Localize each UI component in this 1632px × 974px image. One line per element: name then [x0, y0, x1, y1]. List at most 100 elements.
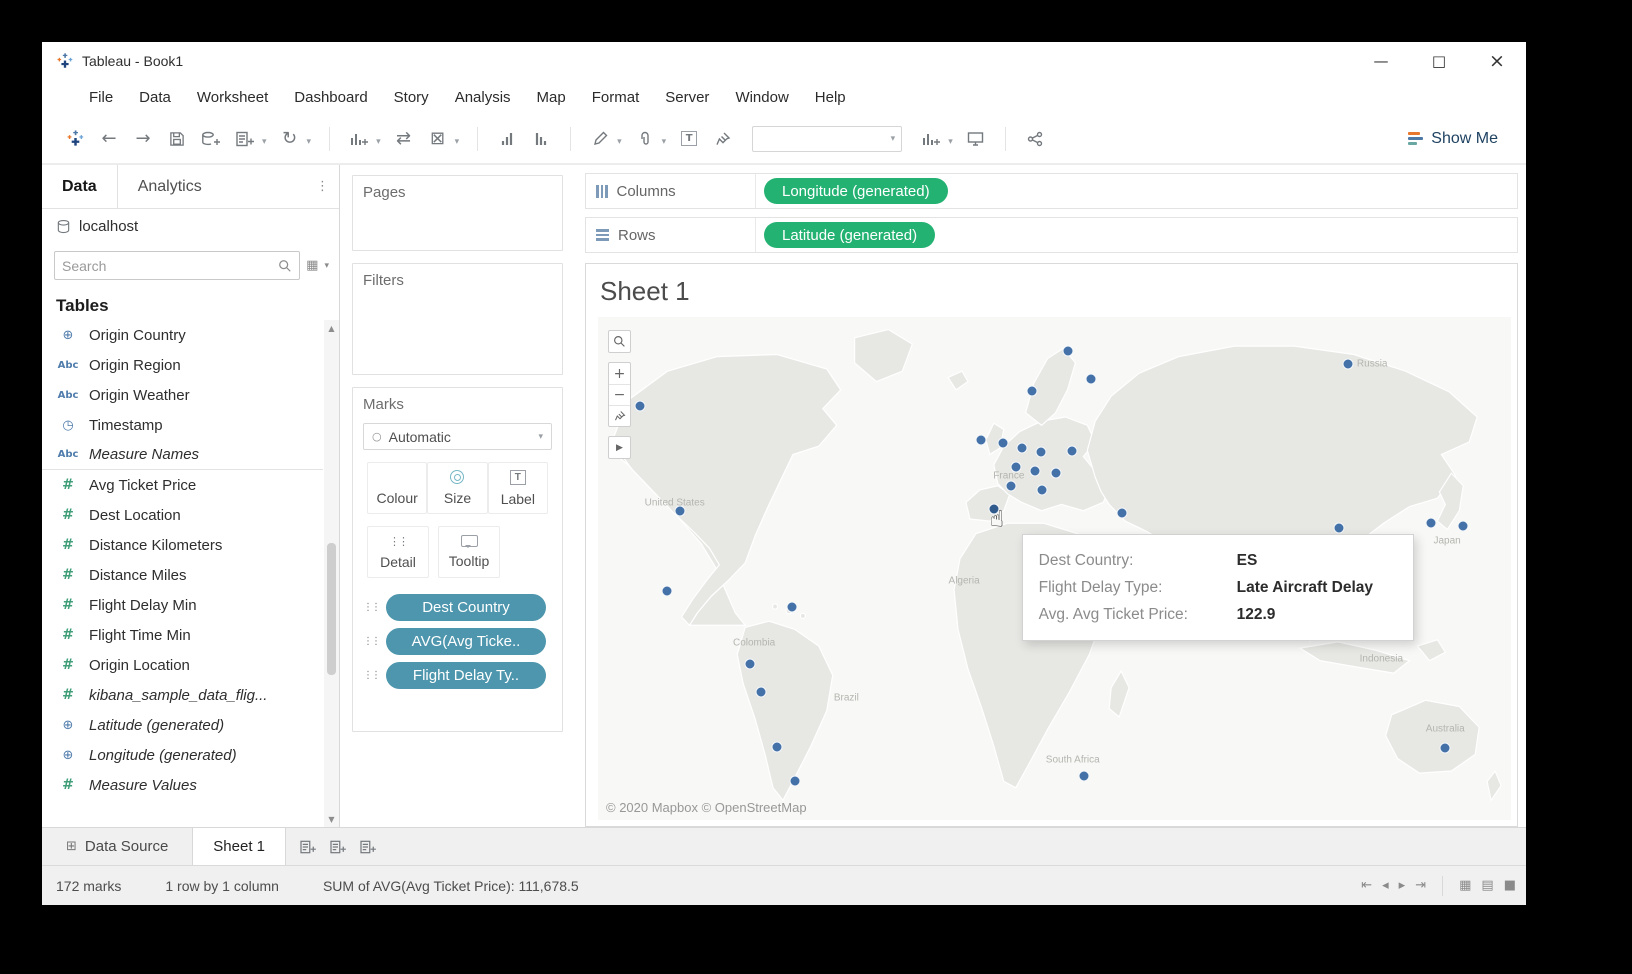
field-avg-ticket-price[interactable]: #Avg Ticket Price — [42, 470, 323, 500]
map-mark[interactable] — [771, 742, 782, 753]
map-mark[interactable] — [1035, 447, 1046, 458]
field-timestamp[interactable]: ◷Timestamp — [42, 410, 323, 440]
swap-rows-columns-icon[interactable]: ⇄ — [389, 124, 419, 154]
presentation-mode-icon[interactable] — [961, 124, 991, 154]
tooltip-button[interactable]: Tooltip — [438, 526, 500, 578]
scroll-down-icon[interactable]: ▼ — [324, 811, 339, 827]
menu-analysis[interactable]: Analysis — [442, 89, 524, 106]
columns-pill[interactable]: Longitude (generated) — [764, 178, 948, 204]
menu-worksheet[interactable]: Worksheet — [184, 89, 281, 106]
map-mark[interactable] — [1036, 485, 1047, 496]
new-datasource-icon[interactable] — [196, 124, 226, 154]
marks-pill-dest-country[interactable]: Dest Country — [386, 594, 546, 621]
view-options-icon[interactable]: ▦ — [306, 258, 318, 273]
previous-sheet-icon[interactable]: ◂ — [1382, 878, 1389, 893]
marks-pill-avg-avg-ticke-[interactable]: AVG(Avg Ticke.. — [386, 628, 546, 655]
chevron-down-icon[interactable]: ▾ — [948, 137, 953, 147]
group-members-icon[interactable] — [630, 124, 660, 154]
map-mark[interactable] — [998, 438, 1009, 449]
chevron-down-icon[interactable]: ▾ — [662, 137, 667, 147]
field-flight-delay-min[interactable]: #Flight Delay Min — [42, 590, 323, 620]
menu-file[interactable]: File — [76, 89, 126, 106]
map-mark[interactable] — [1457, 521, 1468, 532]
chevron-down-icon[interactable]: ▾ — [307, 137, 312, 147]
rows-pill[interactable]: Latitude (generated) — [764, 222, 935, 248]
new-story-icon[interactable] — [356, 835, 380, 859]
chevron-down-icon[interactable]: ▾ — [376, 137, 381, 147]
chevron-down-icon[interactable]: ▾ — [617, 137, 622, 147]
tab-sheet1[interactable]: Sheet 1 — [192, 828, 286, 865]
show-hide-cards-icon[interactable] — [916, 124, 946, 154]
map-pin-button[interactable] — [609, 405, 630, 426]
field-dest-location[interactable]: #Dest Location — [42, 500, 323, 530]
search-box[interactable] — [54, 251, 300, 280]
last-sheet-icon[interactable]: ⇥ — [1415, 878, 1426, 893]
new-worksheet-icon[interactable] — [230, 124, 260, 154]
new-dashboard-icon[interactable] — [326, 835, 350, 859]
map-mark[interactable] — [1440, 743, 1451, 754]
map-mark[interactable] — [1086, 374, 1097, 385]
scrollbar-thumb[interactable] — [327, 543, 336, 675]
clear-sheet-icon[interactable]: ⊠ — [423, 124, 453, 154]
map-mark[interactable] — [1117, 507, 1128, 518]
field-origin-location[interactable]: #Origin Location — [42, 650, 323, 680]
menu-map[interactable]: Map — [524, 89, 579, 106]
tableau-home-icon[interactable] — [60, 124, 90, 154]
field-origin-region[interactable]: AbcOrigin Region — [42, 350, 323, 380]
colour-button[interactable]: Colour — [367, 462, 427, 514]
sidebar-scrollbar[interactable]: ▲ ▼ — [324, 320, 339, 827]
field-longitude-generated-[interactable]: ⊕Longitude (generated) — [42, 740, 323, 770]
tab-analytics[interactable]: Analytics — [118, 165, 222, 208]
sort-ascending-icon[interactable] — [492, 124, 522, 154]
map-mark[interactable] — [1005, 480, 1016, 491]
show-me-button[interactable]: Show Me — [1398, 126, 1508, 152]
columns-shelf[interactable]: Columns Longitude (generated) — [585, 173, 1518, 209]
menu-server[interactable]: Server — [652, 89, 722, 106]
marks-pill-flight-delay-ty-[interactable]: Flight Delay Ty.. — [386, 662, 546, 689]
chevron-down-icon[interactable]: ▾ — [455, 137, 460, 147]
map-mark[interactable] — [1425, 518, 1436, 529]
field-origin-country[interactable]: ⊕Origin Country — [42, 320, 323, 350]
field-latitude-generated-[interactable]: ⊕Latitude (generated) — [42, 710, 323, 740]
fit-dropdown[interactable]: ▾ — [752, 126, 902, 152]
map-mark[interactable] — [755, 686, 766, 697]
rows-shelf[interactable]: Rows Latitude (generated) — [585, 217, 1518, 253]
zoom-in-button[interactable]: + — [609, 363, 630, 384]
highlight-icon[interactable] — [585, 124, 615, 154]
map-mark[interactable] — [662, 586, 673, 597]
filters-card[interactable]: Filters — [352, 263, 563, 375]
map-mark[interactable] — [976, 434, 987, 445]
map-mark[interactable] — [1026, 385, 1037, 396]
redo-button[interactable]: → — [128, 124, 158, 154]
tab-data[interactable]: Data — [42, 165, 118, 208]
maximize-button[interactable]: □ — [1410, 42, 1468, 80]
map-mark[interactable] — [1011, 461, 1022, 472]
show-mark-labels-icon[interactable]: T — [674, 124, 704, 154]
map-mark[interactable] — [790, 776, 801, 787]
menu-data[interactable]: Data — [126, 89, 184, 106]
refresh-icon[interactable]: ↻ — [275, 124, 305, 154]
next-sheet-icon[interactable]: ▸ — [1399, 878, 1406, 893]
map-mark[interactable] — [675, 505, 686, 516]
show-tabs-view-icon[interactable]: ▦ — [1459, 878, 1471, 893]
tab-data-source[interactable]: ⊞ Data Source — [42, 828, 192, 865]
minimize-button[interactable]: — — [1352, 42, 1410, 80]
map-mark[interactable] — [786, 601, 797, 612]
menu-story[interactable]: Story — [381, 89, 442, 106]
label-button[interactable]: T Label — [488, 462, 548, 514]
field-kibana-sample-data-flig-[interactable]: #kibana_sample_data_flig... — [42, 680, 323, 710]
pages-card[interactable]: Pages — [352, 175, 563, 251]
new-worksheet-tab-icon[interactable] — [296, 835, 320, 859]
field-distance-kilometers[interactable]: #Distance Kilometers — [42, 530, 323, 560]
field-flight-time-min[interactable]: #Flight Time Min — [42, 620, 323, 650]
field-distance-miles[interactable]: #Distance Miles — [42, 560, 323, 590]
map-mark[interactable] — [634, 400, 645, 411]
field-measure-values[interactable]: #Measure Values — [42, 770, 323, 800]
field-origin-weather[interactable]: AbcOrigin Weather — [42, 380, 323, 410]
map-mark[interactable] — [1016, 443, 1027, 454]
map-expand-button[interactable]: ▶ — [608, 436, 631, 459]
map-mark[interactable] — [1063, 346, 1074, 357]
first-sheet-icon[interactable]: ⇤ — [1361, 878, 1372, 893]
chevron-down-icon[interactable]: ▾ — [324, 261, 329, 271]
menu-dashboard[interactable]: Dashboard — [281, 89, 380, 106]
